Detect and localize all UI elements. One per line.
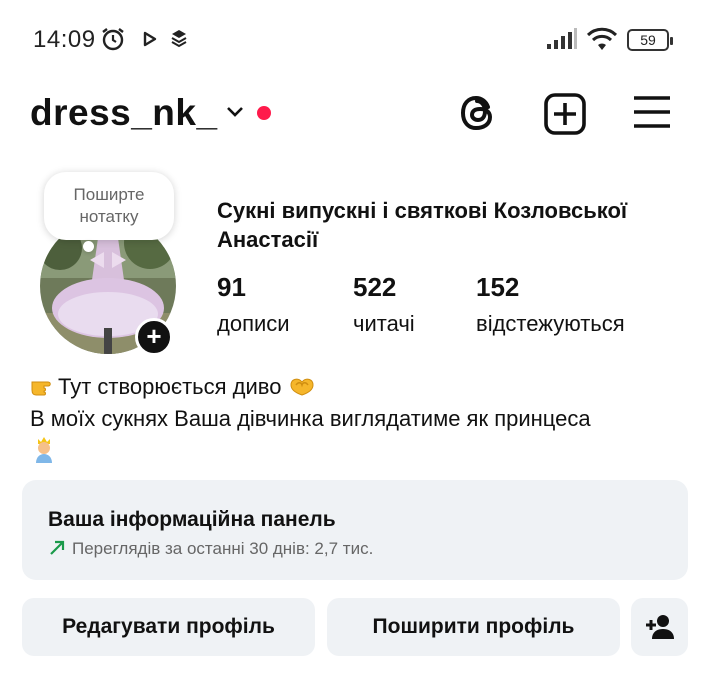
add-story-button[interactable]: +: [135, 318, 173, 356]
note-bubble[interactable]: Поширте нотатку: [44, 172, 174, 240]
signal-icon: [546, 28, 578, 55]
dashboard-title: Ваша інформаційна панель: [48, 508, 336, 531]
stat-posts-label: дописи: [217, 311, 290, 336]
create-plus-icon[interactable]: [543, 92, 587, 141]
stat-followers[interactable]: 522 читачі: [353, 272, 415, 337]
alarm-icon: [100, 26, 126, 57]
stat-following-count: 152: [476, 272, 520, 302]
stat-followers-count: 522: [353, 272, 397, 302]
menu-icon[interactable]: [632, 92, 672, 137]
add-user-icon: [645, 615, 675, 645]
profile-header: dress_nk_: [0, 80, 710, 150]
play-icon: [142, 30, 158, 53]
dashboard-views-text: Переглядів за останні 30 днів: 2,7 тис.: [72, 539, 374, 558]
bio-line-1: Тут створюється диво: [58, 374, 282, 399]
note-placeholder: Поширте нотатку: [73, 185, 145, 226]
status-time: 14:09: [33, 26, 96, 53]
professional-dashboard[interactable]: Ваша інформаційна панель Переглядів за о…: [22, 480, 688, 580]
status-bar: 14:09 59: [0, 0, 710, 80]
stat-following[interactable]: 152 відстежуються: [476, 272, 625, 337]
wifi-icon: [586, 26, 618, 57]
edit-profile-button[interactable]: Редагувати профіль: [22, 598, 315, 656]
share-profile-button[interactable]: Поширити профіль: [327, 598, 620, 656]
note-bubble-tail: [83, 241, 94, 252]
stat-posts[interactable]: 91 дописи: [217, 272, 290, 337]
username[interactable]: dress_nk_: [30, 92, 218, 134]
notification-dot: [257, 106, 271, 120]
threads-icon[interactable]: [458, 92, 498, 139]
chevron-down-icon[interactable]: [224, 100, 246, 127]
dashboard-subtitle: Переглядів за останні 30 днів: 2,7 тис.: [48, 539, 373, 562]
battery-icon: 59: [627, 29, 673, 51]
bio-line-2: В моїх сукнях Ваша дівчинка виглядатиме …: [30, 405, 591, 431]
stat-followers-label: читачі: [353, 311, 415, 336]
pointing-hand-emoji-icon: [30, 373, 58, 404]
layers-icon: [170, 28, 188, 53]
stat-following-label: відстежуються: [476, 311, 625, 336]
stat-posts-count: 91: [217, 272, 246, 302]
profile-full-name: Сукні випускні і святкові Козловської Ан…: [217, 198, 628, 252]
princess-emoji-icon: [30, 433, 58, 470]
trend-up-arrow-icon: [48, 539, 66, 562]
heart-hands-emoji-icon: [288, 373, 316, 404]
profile-bio: Тут створюється диво В моїх сукнях Ваша …: [30, 372, 690, 470]
discover-people-button[interactable]: [631, 598, 688, 656]
